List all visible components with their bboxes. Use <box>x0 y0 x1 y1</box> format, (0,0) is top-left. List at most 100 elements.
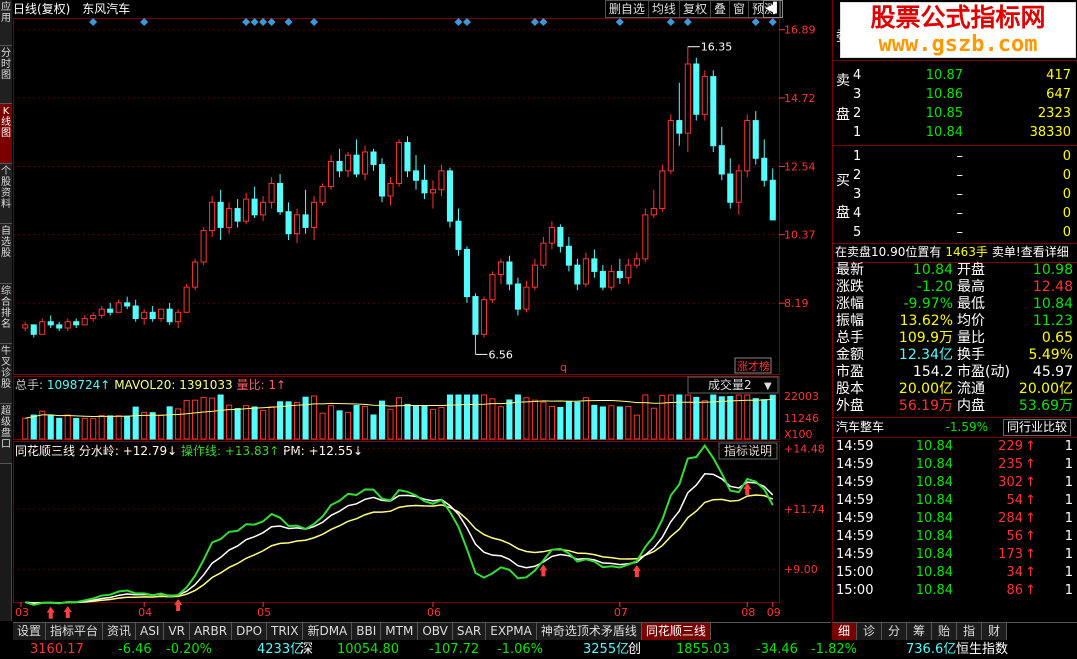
candle-body <box>497 261 504 276</box>
indicator-tab-10[interactable]: MTM <box>381 623 419 640</box>
volume-bar <box>676 394 683 440</box>
indicator-tab-8[interactable]: 新DMA <box>303 623 353 640</box>
quote-value: 10.98 <box>1032 262 1073 278</box>
quote-value: 56.19万 <box>898 398 953 414</box>
buy-level: 4 <box>853 206 862 221</box>
candle-body <box>124 302 131 307</box>
status-item: -0.20% <box>166 642 212 657</box>
indicator-tab-6[interactable]: DPO <box>232 623 268 640</box>
candle-body <box>718 145 725 175</box>
quote-label: 金额 <box>836 347 864 363</box>
indicator-tab-14[interactable]: 神奇选顶术矛盾线 <box>536 623 642 640</box>
candle-body <box>183 286 190 313</box>
panel-tab-2[interactable]: 分 <box>882 623 907 640</box>
indicator-tab-4[interactable]: VR <box>164 623 190 640</box>
order-notice[interactable]: 在卖盘10.90位置有 1463手 卖单!查看详细 <box>833 243 1077 262</box>
buy-signal-arrow <box>174 599 183 612</box>
divider <box>833 60 1077 61</box>
nav-7[interactable]: 超级盘口 <box>0 404 12 464</box>
indicator-tab-15[interactable]: 同花顺三线 <box>641 623 711 640</box>
volume-bar <box>209 397 216 440</box>
quote-row: 14:59 10.84 284 ↑ 1 <box>833 510 1077 529</box>
volume-bar <box>132 406 139 440</box>
indicator-tab-9[interactable]: BBI <box>352 623 382 640</box>
nav-6[interactable]: 牛叉诊股 <box>0 344 12 404</box>
tick-time: 14:59 <box>836 439 874 454</box>
volume-bar <box>659 395 666 440</box>
buy-volume: 0 <box>1062 168 1071 183</box>
quote-row: 汽车整车 -1.59% 同行业比较 <box>833 418 1077 437</box>
sell-volume: 417 <box>1046 68 1071 83</box>
indicator-tab-13[interactable]: EXPMA <box>486 623 537 640</box>
volume-bar <box>302 396 309 440</box>
candle-body <box>557 226 564 247</box>
candle-body <box>438 170 445 191</box>
signal-diamond <box>462 18 471 26</box>
indicator-tab-12[interactable]: SAR <box>452 623 487 640</box>
buy-price: – <box>956 206 964 221</box>
candle-body <box>192 261 199 288</box>
candle-body <box>90 314 97 320</box>
volume-bar <box>404 403 411 440</box>
candle-body <box>217 201 224 228</box>
volume-bar <box>30 414 37 440</box>
candle-body <box>115 302 122 313</box>
notice-text: 在卖盘10.90位置有 <box>835 245 942 259</box>
quote-label: 涨幅 <box>836 296 864 312</box>
candle-body <box>412 170 420 181</box>
status-item: -6.46 <box>118 642 152 657</box>
indicator-tab-1[interactable]: 指标平台 <box>46 623 104 640</box>
candle-body <box>591 258 598 272</box>
signal-diamond <box>284 18 293 26</box>
volume-bar <box>260 409 267 440</box>
candle-body <box>302 214 309 228</box>
candle-body <box>472 296 479 335</box>
quote-label: 最新 <box>836 262 864 278</box>
panel-tab-3[interactable]: 筹 <box>907 623 932 640</box>
quote-label: 涨跌 <box>836 279 864 295</box>
indicator-tab-0[interactable]: 设置 <box>13 623 47 640</box>
sell-price: 10.84 <box>925 125 963 140</box>
nav-1[interactable]: 分时图 <box>0 46 12 104</box>
quote-row: 14:59 10.84 235 ↑ 1 <box>833 456 1077 475</box>
nav-5[interactable]: 综合排名 <box>0 284 12 344</box>
candle-body <box>175 311 182 323</box>
panel-tab-5[interactable]: 指 <box>957 623 982 640</box>
nav-label: 牛叉诊股 <box>1 346 11 390</box>
panel-tab-1[interactable]: 诊 <box>857 623 882 640</box>
candle-body <box>531 264 538 288</box>
signal-diamond <box>267 18 276 26</box>
chart-area: 日线(复权) 东风汽车 删自选 均线 复权叠窗预测 ◀▌ 16.89 14.72 12.… <box>13 0 831 621</box>
volume-bar <box>667 394 674 440</box>
nav-3[interactable]: 个股资料 <box>0 164 12 224</box>
nav-2[interactable]: K线图 <box>0 104 12 164</box>
volume-bar <box>497 406 504 440</box>
candle-body <box>319 186 326 203</box>
quote-label: 总手 <box>836 330 864 346</box>
month-label: 03 <box>15 606 29 619</box>
quote-row: 14:59 10.84 302 ↑ 1 <box>833 474 1077 493</box>
indicator-tab-2[interactable]: 资讯 <box>103 623 137 640</box>
price-tick-label: 16.89 <box>784 24 816 37</box>
quote-value: 11.23 <box>1032 313 1073 329</box>
buy-price: – <box>956 149 964 164</box>
candle-body <box>166 308 173 323</box>
notice-link[interactable]: 查看详细 <box>1021 245 1069 259</box>
panel-tab-0[interactable]: 细 <box>832 623 857 640</box>
indicator-tab-5[interactable]: ARBR <box>189 623 233 640</box>
panel-tab-4[interactable]: 贻 <box>932 623 957 640</box>
nav-4[interactable]: 自选股 <box>0 224 12 284</box>
candle-body <box>650 208 657 216</box>
tick-time: 14:59 <box>836 511 874 526</box>
candle-body <box>523 286 530 310</box>
volume-bar <box>557 406 564 440</box>
buy-volume: 0 <box>1062 225 1071 240</box>
buy-volume: 0 <box>1062 187 1071 202</box>
indicator-tab-11[interactable]: OBV <box>418 623 453 640</box>
indicator-tab-7[interactable]: TRIX <box>267 623 304 640</box>
indicator-tab-3[interactable]: ASI <box>136 623 165 640</box>
kline-chart[interactable]: 16.89 14.72 12.54 10.37 8.19 16.35 6.56 q 涨才榜总手:… <box>13 0 831 621</box>
nav-0[interactable]: 应用 <box>0 0 12 46</box>
panel-tab-6[interactable]: 财 <box>982 623 1007 640</box>
sector-compare-link[interactable]: 同行业比较 <box>1003 419 1072 436</box>
